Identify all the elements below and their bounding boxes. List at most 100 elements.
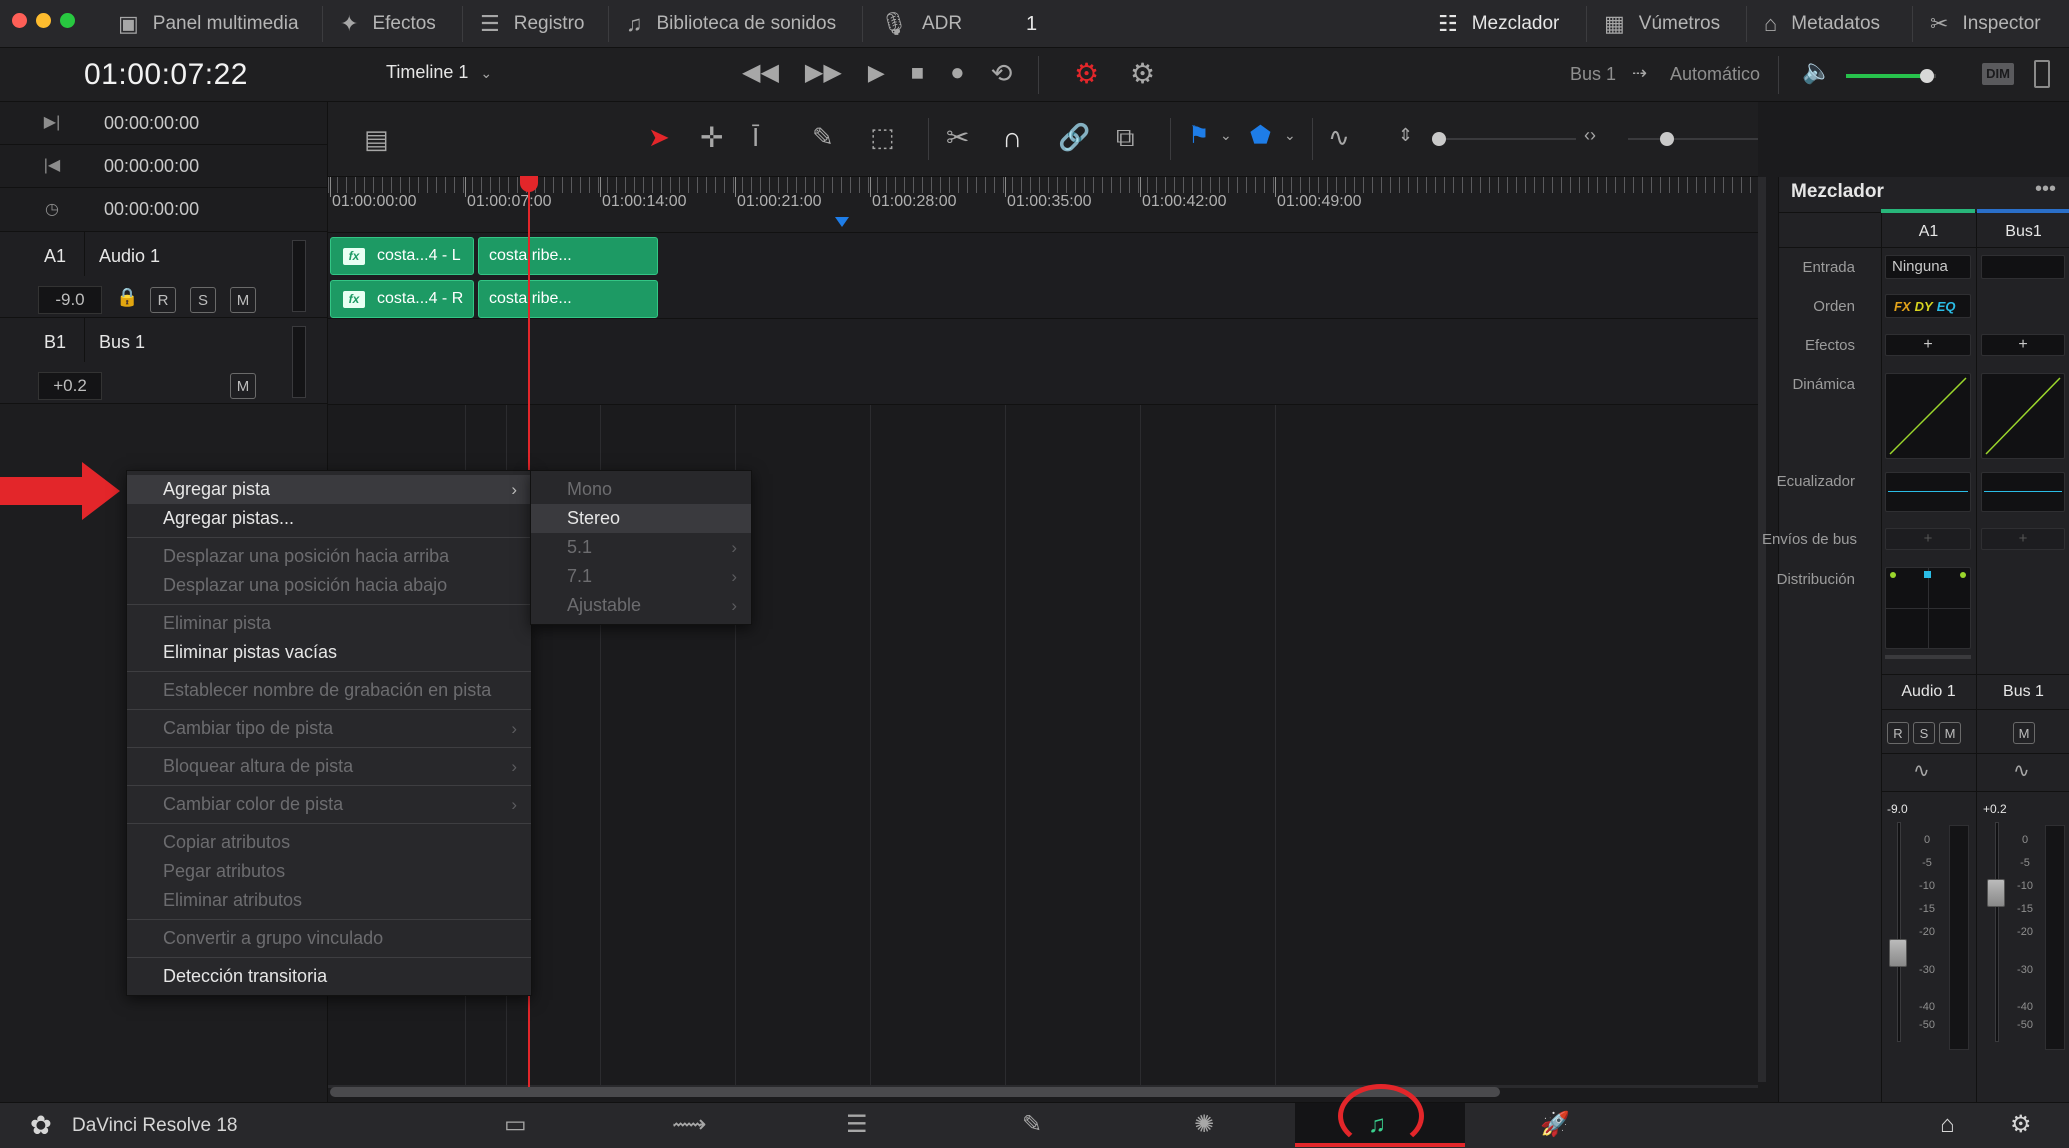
solo-button[interactable]: S bbox=[190, 287, 216, 313]
loop-icon[interactable]: ⟲ bbox=[991, 60, 1013, 86]
automation-icon[interactable]: ⚙ bbox=[1074, 60, 1099, 88]
automation-mode[interactable]: Automático bbox=[1670, 64, 1760, 85]
rewind-icon[interactable]: ◀◀ bbox=[742, 61, 779, 85]
track-header-b1[interactable]: B1 Bus 1 +0.2 M bbox=[0, 318, 327, 404]
record-arm-button[interactable]: R bbox=[1887, 722, 1909, 744]
deliver-page-icon[interactable]: 🚀 bbox=[1540, 1113, 1570, 1137]
menu-item[interactable]: Stereo bbox=[531, 504, 751, 533]
marker-icon[interactable] bbox=[835, 217, 849, 227]
master-volume-slider[interactable] bbox=[1846, 69, 1936, 83]
window-close-icon[interactable] bbox=[12, 13, 27, 28]
speaker-icon[interactable]: 🔈 bbox=[1802, 60, 1832, 84]
horizontal-zoom-slider[interactable] bbox=[1628, 132, 1758, 146]
flag-icon[interactable]: ⚑ bbox=[1188, 124, 1210, 148]
window-zoom-icon[interactable] bbox=[60, 13, 75, 28]
vertical-scrollbar[interactable] bbox=[1758, 177, 1766, 1082]
menu-item[interactable]: Agregar pistas... bbox=[127, 504, 531, 533]
snapping-icon[interactable]: ∩ bbox=[1002, 124, 1022, 152]
lock-icon[interactable]: 🔒 bbox=[116, 288, 138, 306]
track-volume[interactable]: +0.2 bbox=[38, 372, 102, 400]
zoom-tool-icon[interactable]: ⬚ bbox=[870, 124, 895, 150]
audio-clip[interactable]: costa ribe... bbox=[478, 280, 658, 318]
record-icon[interactable]: ● bbox=[950, 61, 965, 85]
add-effect-button-bus[interactable]: + bbox=[1981, 334, 2065, 356]
menu-item[interactable]: Eliminar pistas vacías bbox=[127, 638, 531, 667]
audio-clip[interactable]: costa ribe... bbox=[478, 237, 658, 275]
audio-clip[interactable]: fx costa...4 - R bbox=[330, 280, 474, 318]
vertical-zoom-icon[interactable]: ⇕ bbox=[1398, 126, 1413, 144]
index-button[interactable]: ☰ Registro bbox=[480, 0, 584, 48]
razor-icon[interactable]: ✂ bbox=[946, 124, 969, 152]
track-header-a1[interactable]: A1 Audio 1 -9.0 🔒 R S M bbox=[0, 232, 327, 318]
fusion-page-icon[interactable]: ✎ bbox=[1022, 1113, 1042, 1137]
panel-toggle-icon[interactable] bbox=[2034, 60, 2050, 88]
solo-button[interactable]: S bbox=[1913, 722, 1935, 744]
pan-control[interactable] bbox=[1885, 567, 1971, 649]
track-lane-b1[interactable] bbox=[328, 319, 1758, 405]
metadata-button[interactable]: ⌂ Metadatos bbox=[1764, 0, 1880, 48]
menu-item[interactable]: Agregar pista › bbox=[127, 475, 531, 504]
media-page-icon[interactable]: ▭ bbox=[504, 1113, 527, 1137]
play-icon[interactable]: ▶ bbox=[868, 62, 885, 84]
chevron-down-icon[interactable]: ⌄ bbox=[1220, 128, 1232, 142]
automation-settings-icon[interactable]: ⚙ bbox=[1130, 60, 1155, 88]
processing-order[interactable]: FX DY EQ bbox=[1885, 294, 1971, 318]
horizontal-zoom-icon[interactable]: ‹› bbox=[1584, 126, 1596, 144]
link-icon[interactable]: 🔗 bbox=[1058, 124, 1090, 150]
range-tool-icon[interactable]: ✛ bbox=[700, 124, 723, 152]
track-volume[interactable]: -9.0 bbox=[38, 286, 102, 314]
pencil-icon[interactable]: ✎ bbox=[812, 124, 834, 150]
settings-gear-icon[interactable]: ⚙ bbox=[2010, 1113, 2032, 1137]
window-minimize-icon[interactable] bbox=[36, 13, 51, 28]
eq-graph-bus[interactable] bbox=[1981, 472, 2065, 512]
mixer-toggle-button[interactable]: ☷ Mezclador bbox=[1438, 0, 1559, 48]
stop-icon[interactable]: ■ bbox=[911, 62, 924, 84]
color-page-icon[interactable]: ✺ bbox=[1194, 1113, 1214, 1137]
dynamics-graph-bus[interactable] bbox=[1981, 373, 2065, 459]
selection-tool-icon[interactable]: ➤ bbox=[648, 124, 670, 150]
fader-knob-a1[interactable] bbox=[1889, 939, 1907, 967]
timeline-tracks-area[interactable]: fx costa...4 - L costa ribe... fx costa.… bbox=[328, 233, 1758, 1088]
mute-button[interactable]: M bbox=[230, 287, 256, 313]
fader-knob-bus1[interactable] bbox=[1987, 879, 2005, 907]
mute-button[interactable]: M bbox=[1939, 722, 1961, 744]
vertical-zoom-slider[interactable] bbox=[1432, 132, 1576, 146]
more-options-icon[interactable]: ••• bbox=[2035, 179, 2056, 199]
fader-track-bus1[interactable] bbox=[1995, 822, 1999, 1042]
timeline-selector[interactable]: Timeline 1 ⌄ bbox=[386, 62, 492, 83]
fader-track-a1[interactable] bbox=[1897, 822, 1901, 1042]
input-select[interactable]: Ninguna bbox=[1885, 255, 1971, 279]
add-bus-send-button-bus[interactable]: + bbox=[1981, 528, 2065, 550]
marker-icon[interactable]: ⬟ bbox=[1250, 124, 1271, 148]
audio-clip[interactable]: fx costa...4 - L bbox=[330, 237, 474, 275]
dynamics-graph[interactable] bbox=[1885, 373, 1971, 459]
adr-button[interactable]: 🎙 ADR bbox=[880, 0, 962, 48]
add-effect-button[interactable]: + bbox=[1885, 334, 1971, 356]
dim-button[interactable]: DIM bbox=[1982, 63, 2014, 85]
timeline-ruler[interactable]: 01:00:00:00 01:00:07:00 01:00:14:00 01:00:2… bbox=[328, 177, 1758, 233]
chevron-down-icon[interactable]: ⌄ bbox=[1284, 128, 1296, 142]
home-icon[interactable]: ⌂ bbox=[1940, 1113, 1955, 1137]
sound-library-button[interactable]: ♫ Biblioteca de sonidos bbox=[626, 0, 836, 48]
eq-graph[interactable] bbox=[1885, 472, 1971, 512]
effects-button[interactable]: ✦ Efectos bbox=[340, 0, 436, 48]
automation-curve-icon[interactable]: ∿ bbox=[2013, 761, 2030, 781]
mute-button[interactable]: M bbox=[2013, 722, 2035, 744]
media-pool-button[interactable]: ▣ Panel multimedia bbox=[118, 0, 299, 48]
input-select-bus[interactable] bbox=[1981, 255, 2065, 279]
menu-item[interactable]: Detección transitoria bbox=[127, 962, 531, 991]
fast-forward-icon[interactable]: ▶▶ bbox=[805, 61, 842, 85]
waveform-icon[interactable]: ∿ bbox=[1328, 124, 1350, 150]
edit-tool-icon[interactable]: Ī bbox=[752, 124, 759, 150]
inspector-button[interactable]: ✂ Inspector bbox=[1930, 0, 2041, 48]
add-bus-send-button[interactable]: + bbox=[1885, 528, 1971, 550]
edit-page-icon[interactable]: ☰ bbox=[846, 1113, 868, 1137]
mute-button[interactable]: M bbox=[230, 373, 256, 399]
cut-page-icon[interactable]: ⟿ bbox=[672, 1113, 706, 1137]
track-height-icon[interactable]: ▤ bbox=[364, 126, 389, 152]
track-name[interactable]: Audio 1 bbox=[99, 246, 160, 267]
track-name[interactable]: Bus 1 bbox=[99, 332, 145, 353]
record-arm-button[interactable]: R bbox=[150, 287, 176, 313]
timeline-scrollbar[interactable] bbox=[330, 1087, 1500, 1097]
meters-button[interactable]: ▦ Vúmetros bbox=[1604, 0, 1720, 48]
